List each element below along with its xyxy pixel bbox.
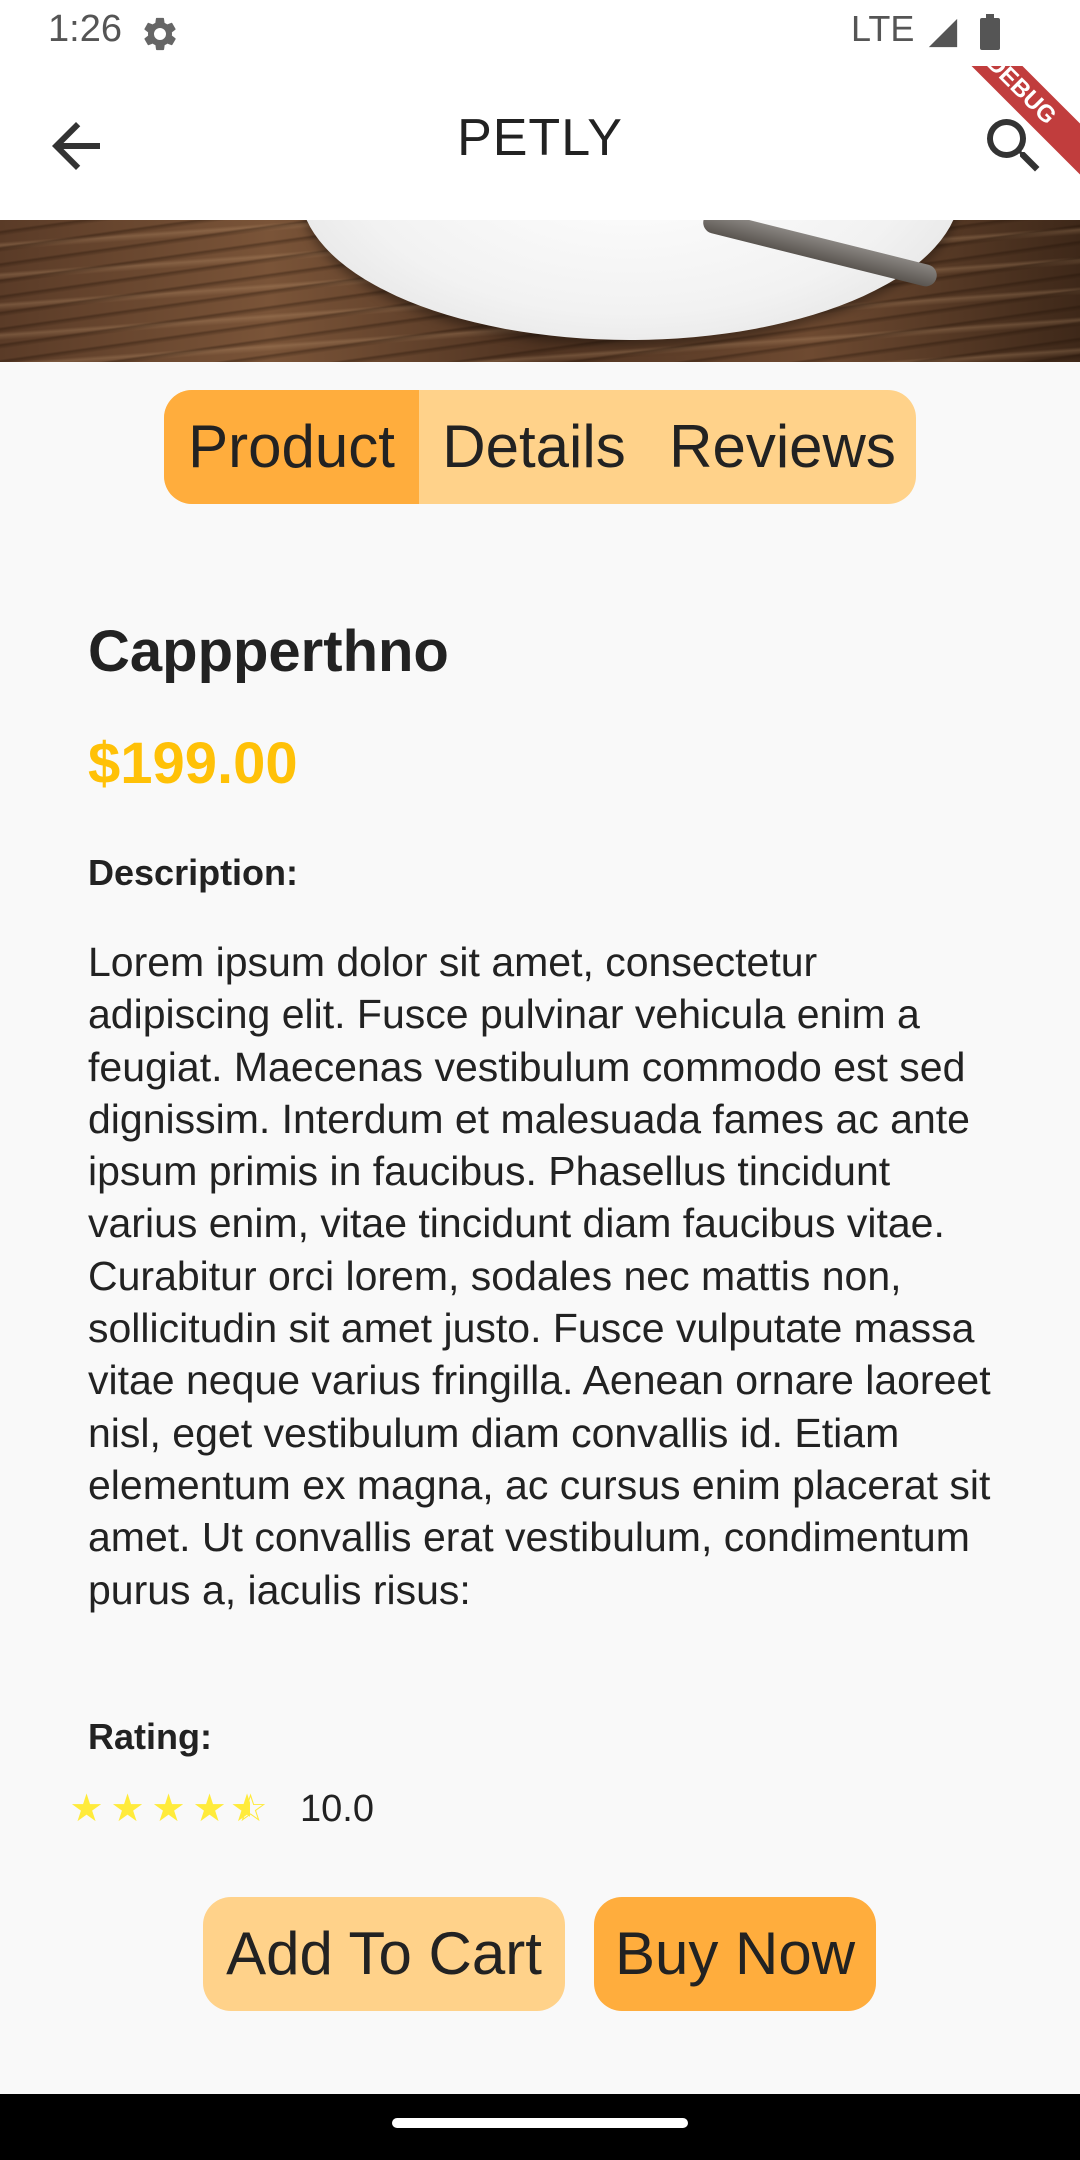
- product-price: $199.00: [88, 731, 298, 796]
- status-bar: 1:26 LTE: [0, 0, 1080, 66]
- rating-stars: ★ ★ ★ ★ ★☆★: [66, 1786, 271, 1832]
- star-icon: ★: [151, 1788, 186, 1830]
- product-image: [0, 220, 1080, 362]
- page-title: PETLY: [457, 109, 623, 167]
- rating-label: Rating:: [88, 1716, 212, 1757]
- star-half-icon: ★☆★: [230, 1788, 268, 1830]
- tab-reviews[interactable]: Reviews: [649, 390, 916, 504]
- network-type: LTE: [851, 8, 915, 49]
- description-label: Description:: [88, 852, 299, 893]
- plate-graphic: [300, 220, 960, 340]
- home-handle[interactable]: [392, 2118, 688, 2128]
- battery-icon: [980, 14, 1000, 50]
- app-bar: PETLY DEBUG: [0, 66, 1080, 220]
- status-time: 1:26: [48, 8, 122, 50]
- add-to-cart-button[interactable]: Add To Cart: [203, 1897, 565, 2011]
- segmented-tabs: Product Details Reviews: [164, 390, 916, 504]
- star-icon: ★: [192, 1788, 227, 1830]
- tab-details[interactable]: Details: [419, 390, 649, 504]
- signal-icon: [928, 18, 958, 48]
- buy-now-button[interactable]: Buy Now: [594, 1897, 876, 2011]
- description-text: Lorem ipsum dolor sit amet, consectetur …: [88, 939, 991, 1613]
- settings-icon: [144, 17, 176, 51]
- star-icon: ★: [110, 1788, 145, 1830]
- star-icon: ★: [69, 1788, 104, 1830]
- system-navigation-bar: [0, 2094, 1080, 2160]
- product-name: Cappperthno: [88, 619, 449, 684]
- rating-value: 10.0: [300, 1788, 374, 1830]
- tab-product[interactable]: Product: [164, 390, 419, 504]
